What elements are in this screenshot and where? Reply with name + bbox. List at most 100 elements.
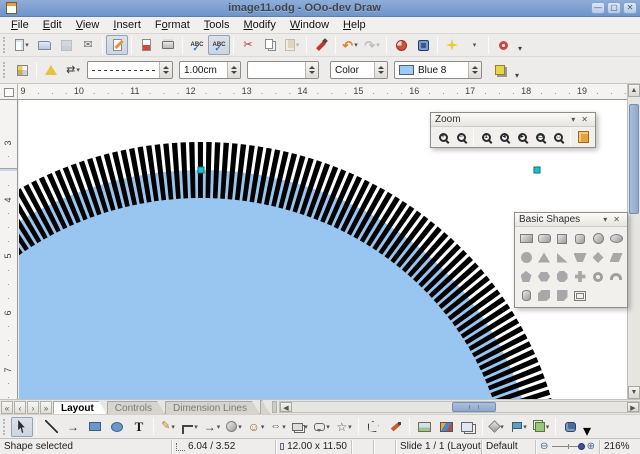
close-icon[interactable]: ✕ (610, 216, 623, 224)
line-style-select[interactable] (87, 61, 173, 79)
callouts-button[interactable]: ▾ (311, 417, 333, 437)
title-bar[interactable]: image11.odg - OOo-dev Draw —▢✕ (0, 0, 640, 17)
close-button[interactable]: ✕ (623, 2, 637, 14)
menu-file[interactable]: File (4, 18, 36, 32)
format-paintbrush-button[interactable] (310, 35, 332, 55)
interaction-button[interactable] (559, 417, 581, 437)
selected-ellipse-shape[interactable] (19, 170, 537, 399)
tab-controls[interactable]: Controls (107, 401, 165, 414)
rectangle-shape-button[interactable] (517, 229, 535, 248)
symbol-shapes-button[interactable]: ☺▾ (245, 417, 267, 437)
zoom-in-button[interactable]: + (434, 129, 452, 146)
display-grid-button[interactable] (441, 35, 463, 55)
spellcheck-button[interactable]: ABC (186, 35, 208, 55)
line-width-spinner[interactable] (227, 62, 240, 78)
minimize-button[interactable]: — (591, 2, 605, 14)
menu-window[interactable]: Window (283, 18, 336, 32)
chart-button[interactable] (390, 35, 412, 55)
folded-corner-shape-button[interactable] (553, 286, 571, 305)
circle-shape-button[interactable] (589, 229, 607, 248)
new-document-button[interactable]: ▾ (11, 35, 33, 55)
palette-menu-icon[interactable]: ▾ (600, 216, 610, 224)
toolbar-options-button[interactable]: ▾ (514, 42, 526, 56)
export-pdf-button[interactable] (135, 35, 157, 55)
selection-handle[interactable] (198, 167, 204, 173)
fill-style-spinner[interactable] (374, 62, 387, 78)
hexagon-shape-button[interactable] (535, 267, 553, 286)
shadow-button[interactable] (489, 60, 511, 80)
zoom-next-button[interactable]: ▸ (513, 129, 531, 146)
last-page-button[interactable]: » (40, 401, 52, 414)
arrange-button[interactable]: ▾ (530, 417, 552, 437)
rectangle-button[interactable] (84, 417, 106, 437)
redo-button[interactable]: ↷▾ (361, 35, 383, 55)
stars-button[interactable]: ☆▾ (333, 417, 355, 437)
maximize-button[interactable]: ▢ (607, 2, 621, 14)
navigator-button[interactable] (412, 35, 434, 55)
line-style-spinner[interactable] (159, 62, 172, 78)
right-triangle-shape-button[interactable] (553, 248, 571, 267)
rectangle-rounded-shape-button[interactable] (535, 229, 553, 248)
menu-modify[interactable]: Modify (236, 18, 282, 32)
copy-button[interactable] (259, 35, 281, 55)
rotate-button[interactable]: ▾ (486, 417, 508, 437)
basic-shapes-titlebar[interactable]: Basic Shapes ▾ ✕ (515, 213, 627, 227)
zoom-slider-track[interactable] (552, 446, 582, 447)
line-button[interactable] (40, 417, 62, 437)
page-style-cell[interactable]: Default (482, 440, 536, 454)
save-button[interactable] (55, 35, 77, 55)
auto-spellcheck-button[interactable]: ABC (208, 35, 230, 55)
ellipse-button[interactable] (106, 417, 128, 437)
menu-insert[interactable]: Insert (106, 18, 148, 32)
print-button[interactable] (157, 35, 179, 55)
next-page-button[interactable]: › (27, 401, 39, 414)
connector-button[interactable]: ▾ (179, 417, 201, 437)
scroll-right-button[interactable]: ▶ (627, 402, 639, 412)
alignment-button[interactable]: ▾ (508, 417, 530, 437)
menu-format[interactable]: Format (148, 18, 197, 32)
fill-color-select[interactable]: Blue 8 (394, 61, 482, 79)
toolbar-grip[interactable] (3, 419, 7, 435)
open-button[interactable] (33, 35, 55, 55)
cut-button[interactable]: ✂ (237, 35, 259, 55)
undo-button[interactable]: ↶▾ (339, 35, 361, 55)
zoom-out-icon[interactable]: ⊖ (540, 442, 548, 452)
zoom-previous-button[interactable]: ◂ (495, 129, 513, 146)
zoom-slider-thumb[interactable] (578, 443, 585, 450)
selection-handle[interactable] (534, 167, 540, 173)
menu-view[interactable]: View (69, 18, 107, 32)
trapezoid-shape-button[interactable] (571, 248, 589, 267)
select-button[interactable] (11, 417, 33, 437)
diamond-shape-button[interactable] (589, 248, 607, 267)
menu-edit[interactable]: Edit (36, 18, 69, 32)
cross-shape-button[interactable] (571, 267, 589, 286)
close-icon[interactable]: ✕ (578, 116, 591, 124)
regular-pentagon-shape-button[interactable] (517, 267, 535, 286)
gallery-button[interactable] (435, 417, 457, 437)
line-color-spinner[interactable] (305, 62, 318, 78)
previous-page-button[interactable]: ‹ (14, 401, 26, 414)
fontwork-gallery-button[interactable] (457, 417, 479, 437)
octagon-shape-button[interactable] (553, 267, 571, 286)
ellipse-shape-button[interactable] (607, 229, 625, 248)
zoom-page-width-button[interactable]: ↔ (549, 129, 567, 146)
toolbar-grip[interactable] (3, 62, 7, 78)
scroll-left-button[interactable]: ◀ (280, 402, 292, 412)
line-ends-with-arrow-button[interactable]: → (62, 417, 84, 437)
palette-menu-icon[interactable]: ▾ (568, 116, 578, 124)
styles-button[interactable] (11, 60, 33, 80)
ring-shape-button[interactable] (589, 267, 607, 286)
parallelogram-shape-button[interactable] (607, 248, 625, 267)
zoom-slider[interactable]: ⊖ ⊕ (536, 440, 600, 454)
zoom-percent-cell[interactable]: 216% (600, 440, 640, 454)
zoom-button[interactable]: ▾ (463, 35, 485, 55)
insert-picture-button[interactable] (413, 417, 435, 437)
zoom-out-button[interactable]: − (452, 129, 470, 146)
vertical-scrollbar[interactable]: ▲ ▼ (627, 84, 640, 399)
first-page-button[interactable]: « (1, 401, 13, 414)
flowcharts-button[interactable]: ▾ (289, 417, 311, 437)
fill-color-spinner[interactable] (468, 62, 481, 78)
cube-shape-button[interactable] (535, 286, 553, 305)
curve-button[interactable]: ✎▾ (157, 417, 179, 437)
zoom-in-icon[interactable]: ⊕ (587, 442, 595, 452)
